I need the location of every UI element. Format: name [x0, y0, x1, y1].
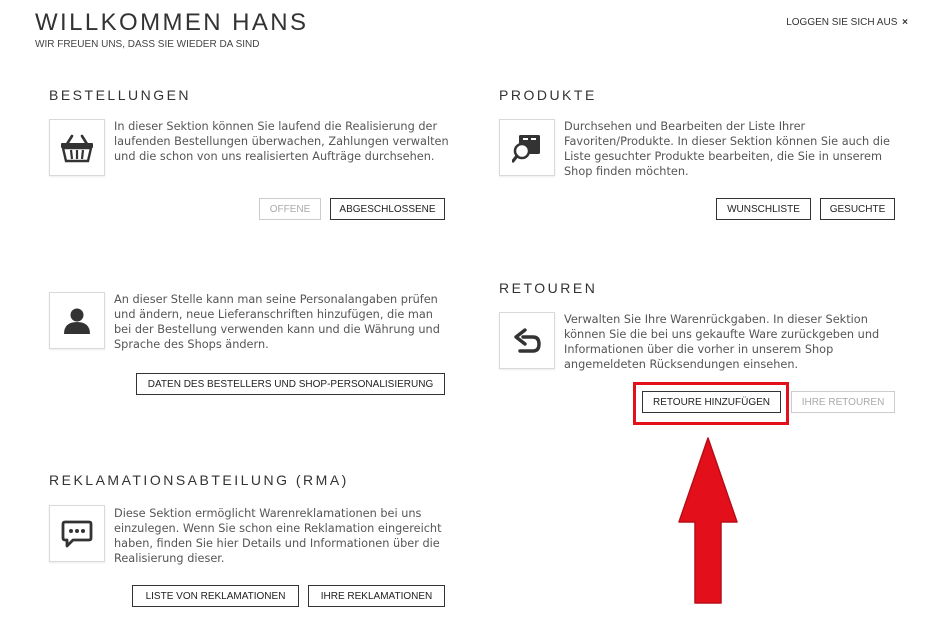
orders-description: In dieser Sektion können Sie laufend die… [114, 120, 449, 163]
closed-orders-button[interactable]: ABGESCHLOSSENE [330, 198, 445, 220]
logout-label: LOGGEN SIE SICH AUS [786, 17, 898, 28]
products-title: PRODUKTE [499, 87, 597, 103]
products-icon-box [499, 119, 555, 176]
highlight-box [633, 382, 789, 425]
personal-section: An dieser Stelle kann man seine Personal… [49, 292, 449, 402]
red-arrow-up [678, 437, 738, 604]
personal-icon-box [49, 292, 105, 349]
basket-icon [61, 134, 93, 162]
orders-icon-box [49, 119, 105, 176]
your-complaints-button[interactable]: IHRE REKLAMATIONEN [308, 585, 445, 607]
page-subtitle: WIR FREUEN UNS, DASS SIE WIEDER DA SIND [35, 39, 260, 50]
returns-title: RETOUREN [499, 280, 598, 296]
user-icon [64, 308, 90, 334]
personal-description: An dieser Stelle kann man seine Personal… [114, 293, 440, 351]
rma-section: REKLAMATIONSABTEILUNG (RMA) Diese Sektio… [49, 472, 449, 612]
rma-icon-box [49, 505, 105, 562]
complaint-list-button[interactable]: LISTE VON REKLAMATIONEN [132, 585, 299, 607]
wishlist-button[interactable]: WUNSCHLISTE [716, 198, 811, 220]
orders-title: BESTELLUNGEN [49, 87, 192, 103]
rma-description: Diese Sektion ermöglicht Warenreklamatio… [114, 507, 442, 565]
returns-icon-box [499, 312, 555, 369]
close-icon: × [902, 17, 908, 28]
logout-link[interactable]: LOGGEN SIE SICH AUS × [786, 17, 908, 29]
page-title: WILLKOMMEN HANS [35, 9, 309, 36]
products-description: Durchsehen und Bearbeiten der Liste Ihre… [564, 120, 890, 178]
chat-bubble-icon [61, 520, 93, 547]
return-arrow-icon [514, 327, 541, 353]
searched-products-button[interactable]: GESUCHTE [820, 198, 895, 220]
rma-title: REKLAMATIONSABTEILUNG (RMA) [49, 472, 349, 488]
returns-description: Verwalten Sie Ihre Warenrückgaben. In di… [564, 313, 880, 371]
products-section: PRODUKTE Durchsehen und Bearbeiten der L… [499, 87, 899, 227]
customer-data-button[interactable]: DATEN DES BESTELLERS UND SHOP-PERSONALIS… [136, 373, 445, 395]
open-orders-button[interactable]: OFFENE [259, 198, 321, 220]
product-search-icon [512, 134, 540, 163]
orders-section: BESTELLUNGEN In dieser Sektion können Si… [49, 87, 449, 227]
your-returns-button[interactable]: IHRE RETOUREN [791, 391, 895, 413]
